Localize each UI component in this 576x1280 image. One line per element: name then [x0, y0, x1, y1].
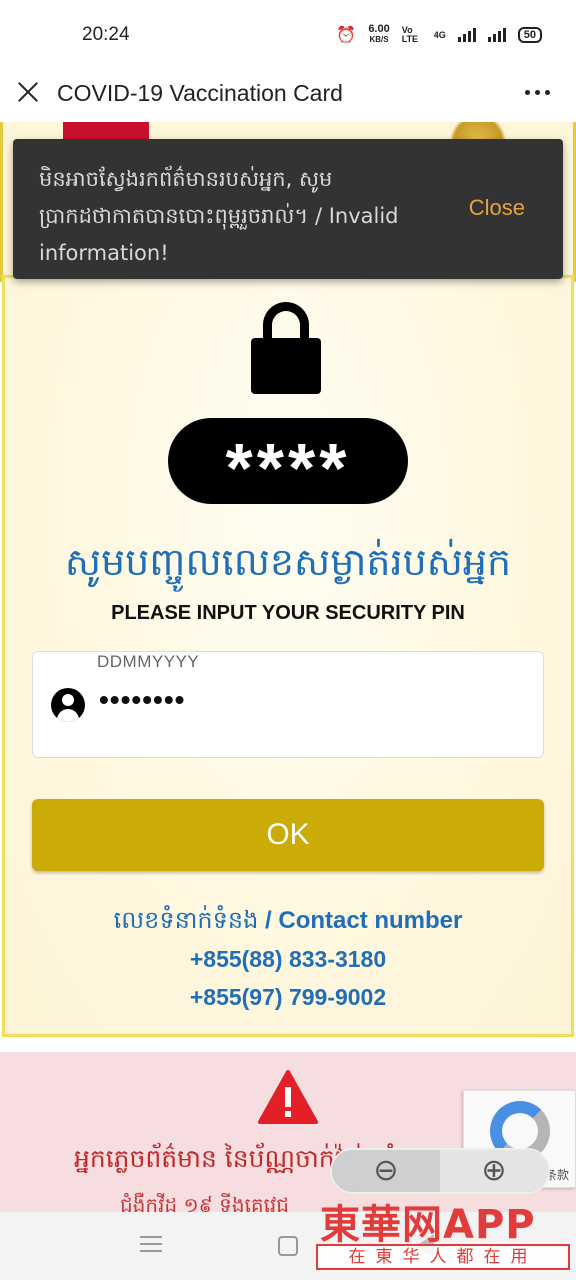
speed-unit: KB/S: [369, 35, 389, 44]
network-type: 4G: [433, 29, 446, 40]
user-icon: [51, 688, 85, 722]
pin-mask-badge: ****: [168, 418, 408, 507]
watermark-sub: 在東华人都在用: [316, 1244, 570, 1270]
pin-mask-text: ****: [225, 429, 351, 507]
pin-input[interactable]: [99, 684, 519, 716]
battery-icon: 50: [517, 26, 542, 43]
zoom-control: ⊖ ⊕: [330, 1148, 550, 1194]
app-bar: COVID-19 Vaccination Card: [0, 66, 576, 122]
snackbar-message: មិនអាចស្វែងរកព័ត៌មានរបស់អ្នក, សូមប្រាកដថ…: [39, 167, 399, 265]
phone-number-1[interactable]: +855(88) 833-3180: [0, 946, 576, 973]
lock-icon: [251, 302, 321, 394]
pin-field[interactable]: DDMMYYYY: [32, 651, 544, 758]
app-title: COVID-19 Vaccination Card: [57, 80, 343, 106]
error-snackbar: មិនអាចស្វែងរកព័ត៌មានរបស់អ្នក, សូមប្រាកដថ…: [13, 139, 563, 279]
status-icons: ⏰ 6.00 KB/S Vo LTE 4G 50: [336, 24, 542, 45]
watermark-logo: 東華网APP 在東华人都在用: [316, 1192, 572, 1276]
more-options-icon[interactable]: [525, 90, 550, 95]
signal-icon-2: [487, 27, 506, 42]
alarm-icon: ⏰: [336, 26, 357, 44]
english-instruction: PLEASE INPUT YOUR SECURITY PIN: [111, 602, 465, 624]
home-icon[interactable]: [278, 1236, 298, 1256]
snackbar-close-button[interactable]: Close: [469, 195, 525, 221]
phone-number-2[interactable]: +855(97) 799-9002: [0, 984, 576, 1011]
contact-heading-english: / Contact number: [258, 907, 463, 934]
watermark-main: 東華网APP: [320, 1202, 536, 1248]
status-bar: 20:24 ⏰ 6.00 KB/S Vo LTE 4G 50: [0, 0, 576, 66]
signal-icon: [457, 27, 476, 42]
contact-heading: លេខទំនាក់ទំនង / Contact number: [0, 905, 576, 940]
volte-indicator: Vo LTE: [401, 24, 419, 44]
network-speed: 6.00 KB/S: [368, 24, 389, 45]
warning-icon: [258, 1070, 318, 1124]
recent-apps-icon[interactable]: [140, 1236, 162, 1257]
khmer-instruction: សូមបញ្ចូលលេខសម្ងាត់របស់អ្នក: [64, 540, 512, 584]
speed-value: 6.00: [368, 23, 390, 35]
pin-field-hint: DDMMYYYY: [97, 652, 200, 671]
ok-button[interactable]: OK: [32, 799, 544, 871]
status-time: 20:24: [82, 24, 130, 45]
zoom-in-button[interactable]: ⊕: [440, 1150, 548, 1192]
close-icon[interactable]: [14, 78, 42, 106]
zoom-out-button[interactable]: ⊖: [332, 1150, 440, 1192]
contact-heading-khmer: លេខទំនាក់ទំនង: [113, 906, 259, 934]
